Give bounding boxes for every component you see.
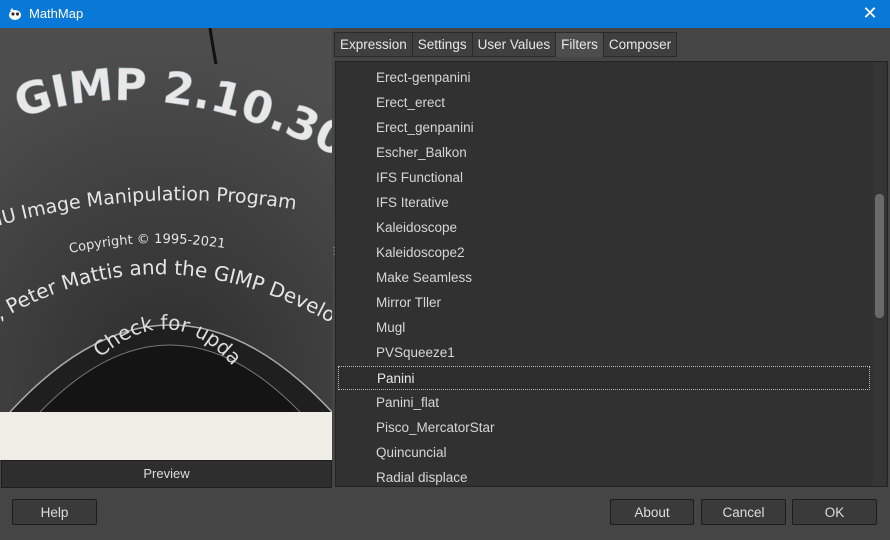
filters-list[interactable]: Erect-genpanini Erect_erect Erect_genpan… bbox=[335, 61, 888, 487]
list-item[interactable]: Panini_flat bbox=[338, 391, 870, 415]
list-item[interactable]: Pisco_MercatorStar bbox=[338, 416, 870, 440]
help-button[interactable]: Help bbox=[12, 499, 97, 525]
list-item[interactable]: IFS Functional bbox=[338, 166, 870, 190]
tab-user-values[interactable]: User Values bbox=[471, 32, 557, 57]
ok-button[interactable]: OK bbox=[792, 499, 877, 525]
tab-composer[interactable]: Composer bbox=[602, 32, 678, 57]
tab-settings[interactable]: Settings bbox=[411, 32, 473, 57]
preview-blank-area bbox=[0, 412, 332, 460]
preview-image: GIMP 2.10.30 NU Image Manipulation Progr… bbox=[0, 28, 332, 412]
title-bar: MathMap ✕ bbox=[0, 0, 890, 28]
tab-bar: Expression Settings User Values Filters … bbox=[334, 32, 678, 57]
preview-button[interactable]: Preview bbox=[1, 460, 332, 488]
filters-scrollbar[interactable] bbox=[873, 62, 886, 486]
gimp-splash-distorted: GIMP 2.10.30 NU Image Manipulation Progr… bbox=[0, 28, 332, 412]
list-item[interactable]: Erect-genpanini bbox=[338, 66, 870, 90]
scrollbar-thumb[interactable] bbox=[875, 194, 884, 318]
list-item[interactable]: Erect_erect bbox=[338, 91, 870, 115]
list-item-selected[interactable]: Panini bbox=[338, 366, 870, 390]
list-item[interactable]: Kaleidoscope2 bbox=[338, 241, 870, 265]
list-item[interactable]: Make Seamless bbox=[338, 266, 870, 290]
cancel-button[interactable]: Cancel bbox=[701, 499, 786, 525]
list-item[interactable]: Escher_Balkon bbox=[338, 141, 870, 165]
tab-filters[interactable]: Filters bbox=[555, 32, 604, 57]
list-item[interactable]: Radial displace bbox=[338, 466, 870, 486]
list-item[interactable]: PVSqueeze1 bbox=[338, 341, 870, 365]
tab-expression[interactable]: Expression bbox=[334, 32, 413, 57]
list-item[interactable]: IFS Iterative bbox=[338, 191, 870, 215]
about-button[interactable]: About bbox=[610, 499, 694, 525]
list-item[interactable]: Erect_genpanini bbox=[338, 116, 870, 140]
gimp-icon bbox=[9, 8, 21, 20]
list-item[interactable]: Mirror Tller bbox=[338, 291, 870, 315]
list-item[interactable]: Kaleidoscope bbox=[338, 216, 870, 240]
window-title: MathMap bbox=[29, 6, 84, 21]
list-item[interactable]: Mugl bbox=[338, 316, 870, 340]
close-icon[interactable]: ✕ bbox=[850, 0, 890, 28]
list-item[interactable]: Quincuncial bbox=[338, 441, 870, 465]
pane-splitter-handle[interactable]: ⋮ bbox=[329, 247, 339, 267]
